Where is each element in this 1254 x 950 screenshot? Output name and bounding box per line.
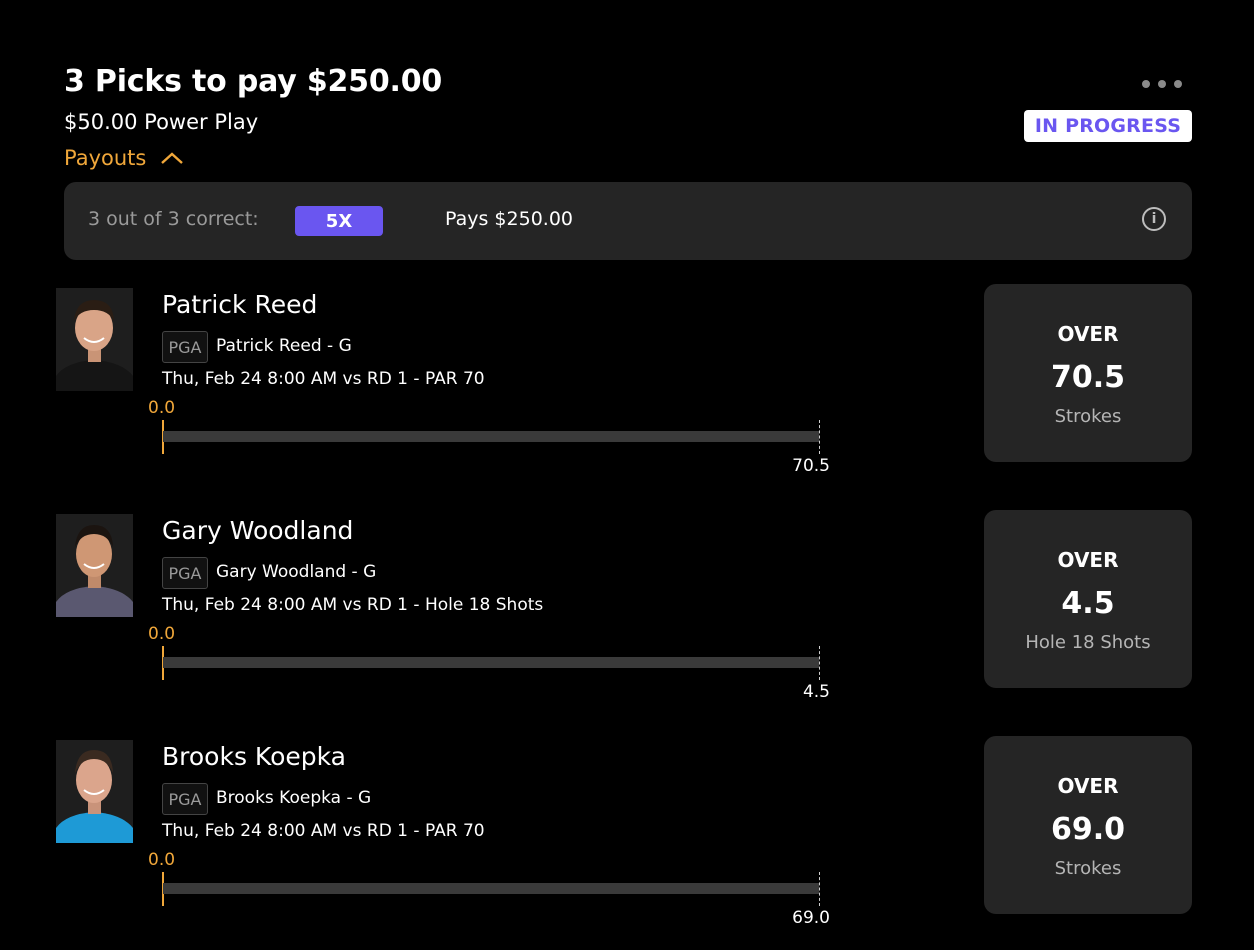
player-description: Brooks Koepka - G bbox=[216, 788, 372, 808]
projection-card[interactable]: OVER 70.5 Strokes bbox=[984, 284, 1192, 462]
game-info: Thu, Feb 24 8:00 AM vs RD 1 - Hole 18 Sh… bbox=[162, 595, 544, 615]
current-value: 0.0 bbox=[148, 624, 176, 644]
league-badge: PGA bbox=[162, 783, 208, 815]
pick-direction: OVER bbox=[1057, 322, 1119, 346]
chevron-up-icon bbox=[161, 152, 184, 164]
status-badge: IN PROGRESS bbox=[1024, 110, 1192, 142]
payouts-label: Payouts bbox=[64, 146, 147, 170]
player-description: Gary Woodland - G bbox=[216, 562, 377, 582]
progress-track bbox=[163, 657, 819, 668]
line-marker bbox=[819, 872, 820, 906]
game-info: Thu, Feb 24 8:00 AM vs RD 1 - PAR 70 bbox=[162, 821, 485, 841]
line-value: 69.0 bbox=[792, 908, 830, 928]
projection-value: 69.0 bbox=[1050, 812, 1126, 847]
progress-track bbox=[163, 431, 819, 442]
line-value: 4.5 bbox=[802, 682, 830, 702]
pick-row: Brooks Koepka PGA Brooks Koepka - G Thu,… bbox=[0, 736, 1254, 936]
current-value: 0.0 bbox=[148, 398, 176, 418]
pick-row: Patrick Reed PGA Patrick Reed - G Thu, F… bbox=[0, 284, 1254, 484]
stat-type: Hole 18 Shots bbox=[1025, 632, 1151, 653]
info-icon[interactable]: i bbox=[1142, 207, 1166, 231]
line-marker bbox=[819, 646, 820, 680]
entry-type: $50.00 Power Play bbox=[64, 110, 259, 134]
pick-direction: OVER bbox=[1057, 774, 1119, 798]
player-name: Brooks Koepka bbox=[162, 742, 346, 771]
player-name: Gary Woodland bbox=[162, 516, 354, 545]
stat-type: Strokes bbox=[1054, 406, 1122, 427]
projection-card[interactable]: OVER 4.5 Hole 18 Shots bbox=[984, 510, 1192, 688]
league-badge: PGA bbox=[162, 557, 208, 589]
payout-condition: 3 out of 3 correct: bbox=[88, 208, 259, 230]
payouts-toggle[interactable]: Payouts bbox=[64, 146, 184, 170]
multiplier-badge: 5X bbox=[295, 206, 383, 236]
current-value: 0.0 bbox=[148, 850, 176, 870]
page-title: 3 Picks to pay $250.00 bbox=[64, 64, 443, 99]
more-options-icon[interactable] bbox=[1142, 80, 1192, 92]
game-info: Thu, Feb 24 8:00 AM vs RD 1 - PAR 70 bbox=[162, 369, 485, 389]
progress-track bbox=[163, 883, 819, 894]
projection-value: 70.5 bbox=[1050, 360, 1126, 395]
player-avatar bbox=[56, 514, 133, 617]
player-name: Patrick Reed bbox=[162, 290, 318, 319]
player-description: Patrick Reed - G bbox=[216, 336, 352, 356]
player-avatar bbox=[56, 288, 133, 391]
line-value: 70.5 bbox=[792, 456, 830, 476]
projection-card[interactable]: OVER 69.0 Strokes bbox=[984, 736, 1192, 914]
pick-direction: OVER bbox=[1057, 548, 1119, 572]
league-badge: PGA bbox=[162, 331, 208, 363]
line-marker bbox=[819, 420, 820, 454]
projection-value: 4.5 bbox=[1061, 586, 1115, 621]
pick-row: Gary Woodland PGA Gary Woodland - G Thu,… bbox=[0, 510, 1254, 710]
stat-type: Strokes bbox=[1054, 858, 1122, 879]
payout-amount: Pays $250.00 bbox=[445, 208, 573, 230]
player-avatar bbox=[56, 740, 133, 843]
payout-table: 3 out of 3 correct: 5X Pays $250.00 i bbox=[64, 182, 1192, 260]
